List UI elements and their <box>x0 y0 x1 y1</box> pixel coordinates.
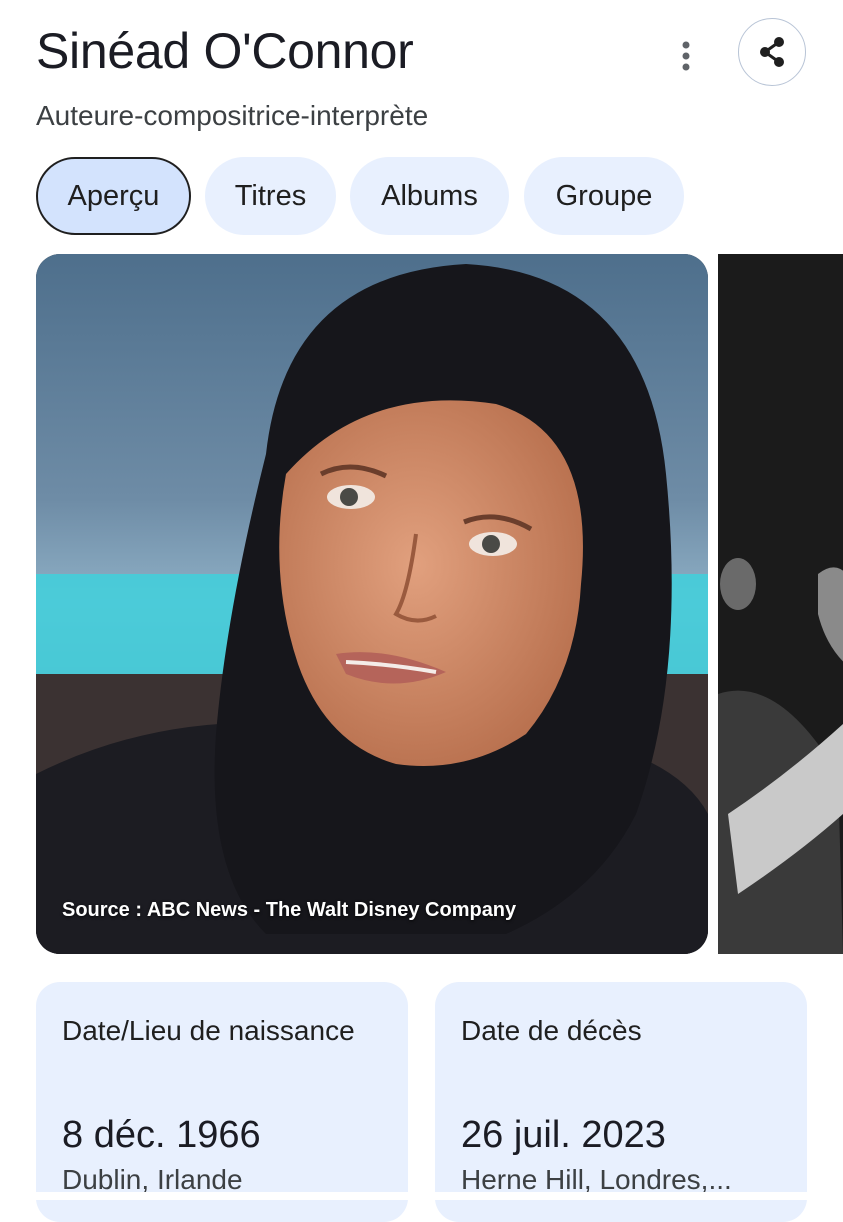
tab-label: Groupe <box>555 179 653 212</box>
share-icon <box>760 37 784 67</box>
tab-apercu[interactable]: Aperçu <box>36 157 191 235</box>
tab-albums[interactable]: Albums <box>350 157 509 235</box>
fact-value: 8 déc. 1966 <box>62 1114 261 1156</box>
fact-card-death[interactable]: Date de décès 26 juil. 2023 Herne Hill, … <box>435 982 807 1222</box>
entity-title: Sinéad O'Connor <box>36 23 414 79</box>
more-options-button[interactable] <box>666 36 706 76</box>
share-button[interactable] <box>738 18 806 86</box>
fact-label: Date de décès <box>461 1015 642 1046</box>
main-photo[interactable]: Source : ABC News - The Walt Disney Comp… <box>36 254 708 954</box>
bottom-edge <box>0 1192 843 1200</box>
photo-source-caption: Source : ABC News - The Walt Disney Comp… <box>62 899 517 921</box>
fact-card-birth[interactable]: Date/Lieu de naissance 8 déc. 1966 Dubli… <box>36 982 408 1222</box>
tab-label: Aperçu <box>67 179 160 212</box>
bw-photo-image <box>718 254 843 954</box>
tab-titres[interactable]: Titres <box>205 157 336 235</box>
entity-subtitle: Auteure-compositrice-interprète <box>36 100 429 131</box>
fact-value: 26 juil. 2023 <box>461 1114 666 1156</box>
more-vert-icon <box>682 41 690 71</box>
tab-groupe[interactable]: Groupe <box>524 157 684 235</box>
tab-label: Albums <box>381 179 478 212</box>
portrait-image <box>36 254 708 954</box>
secondary-photo[interactable] <box>718 254 843 954</box>
tab-label: Titres <box>234 179 307 212</box>
fact-label: Date/Lieu de naissance <box>62 1015 355 1046</box>
